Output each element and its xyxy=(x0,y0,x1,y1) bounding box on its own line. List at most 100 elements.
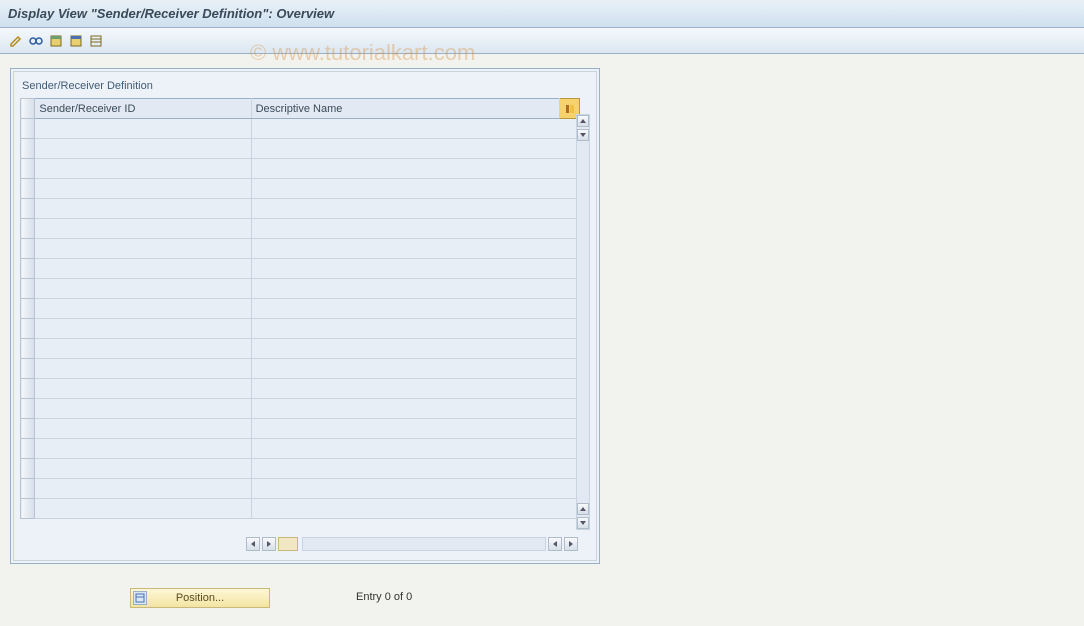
definition-table: Sender/Receiver ID Descriptive Name xyxy=(20,98,580,519)
row-selector[interactable] xyxy=(21,119,35,139)
table-panel: Sender/Receiver Definition Sender/Receiv… xyxy=(13,71,597,561)
cell-name[interactable] xyxy=(251,419,579,439)
cell-id[interactable] xyxy=(35,279,251,299)
cell-id[interactable] xyxy=(35,139,251,159)
details-button[interactable] xyxy=(28,33,44,49)
cell-name[interactable] xyxy=(251,439,579,459)
position-button[interactable]: Position... xyxy=(130,588,270,608)
row-selector[interactable] xyxy=(21,159,35,179)
cell-name[interactable] xyxy=(251,259,579,279)
cell-name[interactable] xyxy=(251,299,579,319)
cell-id[interactable] xyxy=(35,319,251,339)
cell-id[interactable] xyxy=(35,259,251,279)
row-selector[interactable] xyxy=(21,219,35,239)
toggle-edit-button[interactable] xyxy=(8,33,24,49)
cell-id[interactable] xyxy=(35,299,251,319)
scroll-down-button[interactable] xyxy=(577,129,589,141)
position-button-label: Position... xyxy=(176,592,224,604)
cell-id[interactable] xyxy=(35,339,251,359)
cell-id[interactable] xyxy=(35,359,251,379)
cell-name[interactable] xyxy=(251,139,579,159)
grid-container: Sender/Receiver ID Descriptive Name xyxy=(20,98,590,538)
row-selector[interactable] xyxy=(21,139,35,159)
cell-id[interactable] xyxy=(35,399,251,419)
cell-name[interactable] xyxy=(251,359,579,379)
table-row xyxy=(21,259,580,279)
scroll-up-button[interactable] xyxy=(577,115,589,127)
column-header-id[interactable]: Sender/Receiver ID xyxy=(35,99,251,119)
table-row xyxy=(21,499,580,519)
vertical-scrollbar[interactable] xyxy=(576,114,590,530)
table-row xyxy=(21,379,580,399)
table-row xyxy=(21,179,580,199)
cell-name[interactable] xyxy=(251,399,579,419)
cell-id[interactable] xyxy=(35,179,251,199)
row-selector[interactable] xyxy=(21,339,35,359)
scroll-left-button[interactable] xyxy=(246,537,260,551)
cell-name[interactable] xyxy=(251,499,579,519)
row-selector[interactable] xyxy=(21,479,35,499)
row-selector[interactable] xyxy=(21,199,35,219)
row-selector[interactable] xyxy=(21,279,35,299)
cell-name[interactable] xyxy=(251,219,579,239)
toolbar xyxy=(0,28,1084,54)
footer: Position... Entry 0 of 0 xyxy=(0,588,1084,618)
row-selector[interactable] xyxy=(21,379,35,399)
cell-name[interactable] xyxy=(251,159,579,179)
cell-id[interactable] xyxy=(35,419,251,439)
panel-title: Sender/Receiver Definition xyxy=(20,78,590,98)
cell-name[interactable] xyxy=(251,119,579,139)
cell-name[interactable] xyxy=(251,319,579,339)
cell-name[interactable] xyxy=(251,239,579,259)
row-selector[interactable] xyxy=(21,359,35,379)
work-area: Sender/Receiver Definition Sender/Receiv… xyxy=(10,68,600,564)
scroll-down-button-2[interactable] xyxy=(577,517,589,529)
cell-id[interactable] xyxy=(35,239,251,259)
column-header-name[interactable]: Descriptive Name xyxy=(251,99,560,119)
hscroll-track[interactable] xyxy=(302,537,546,551)
row-selector[interactable] xyxy=(21,319,35,339)
cell-id[interactable] xyxy=(35,439,251,459)
cell-id[interactable] xyxy=(35,159,251,179)
cell-id[interactable] xyxy=(35,479,251,499)
deselect-all-button[interactable] xyxy=(88,33,104,49)
table-row xyxy=(21,199,580,219)
scroll-left-button-2[interactable] xyxy=(548,537,562,551)
cell-id[interactable] xyxy=(35,459,251,479)
row-selector[interactable] xyxy=(21,419,35,439)
cell-name[interactable] xyxy=(251,479,579,499)
cell-id[interactable] xyxy=(35,199,251,219)
cell-id[interactable] xyxy=(35,219,251,239)
horizontal-scrollbar xyxy=(20,536,580,552)
cell-name[interactable] xyxy=(251,199,579,219)
row-selector[interactable] xyxy=(21,179,35,199)
cell-name[interactable] xyxy=(251,379,579,399)
table-row xyxy=(21,479,580,499)
row-selector[interactable] xyxy=(21,239,35,259)
cell-id[interactable] xyxy=(35,499,251,519)
cell-name[interactable] xyxy=(251,339,579,359)
scroll-right-button-2[interactable] xyxy=(564,537,578,551)
row-selector[interactable] xyxy=(21,259,35,279)
row-selector[interactable] xyxy=(21,399,35,419)
cell-name[interactable] xyxy=(251,459,579,479)
select-all-button[interactable] xyxy=(48,33,64,49)
entry-status: Entry 0 of 0 xyxy=(356,591,412,603)
row-selector[interactable] xyxy=(21,439,35,459)
table-row xyxy=(21,459,580,479)
cell-name[interactable] xyxy=(251,279,579,299)
row-selector[interactable] xyxy=(21,499,35,519)
select-block-button[interactable] xyxy=(68,33,84,49)
table-row xyxy=(21,359,580,379)
cell-id[interactable] xyxy=(35,379,251,399)
position-icon xyxy=(133,591,147,605)
table-row xyxy=(21,419,580,439)
cell-id[interactable] xyxy=(35,119,251,139)
column-config-button[interactable] xyxy=(278,537,298,551)
scroll-up-button-2[interactable] xyxy=(577,503,589,515)
row-selector[interactable] xyxy=(21,299,35,319)
cell-name[interactable] xyxy=(251,179,579,199)
scroll-right-button[interactable] xyxy=(262,537,276,551)
row-selector-header[interactable] xyxy=(21,99,35,119)
row-selector[interactable] xyxy=(21,459,35,479)
